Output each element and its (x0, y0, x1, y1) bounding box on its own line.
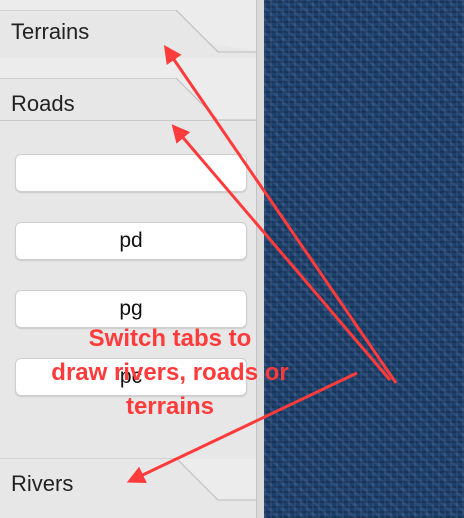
map-canvas[interactable] (264, 0, 464, 518)
annotation-line-1: Switch tabs to (88, 325, 252, 352)
tab-rivers-label: Rivers (11, 471, 74, 496)
annotation-line-2: draw rivers, roads or (51, 359, 289, 386)
tab-terrains[interactable]: Terrains (0, 10, 262, 58)
road-button-pd[interactable]: pd (15, 222, 247, 260)
left-panel: Terrains Roads pd pg pc Rivers (0, 0, 263, 518)
annotation-text: Switch tabs to draw rivers, roads or ter… (50, 322, 290, 424)
tab-roads-label: Roads (11, 91, 75, 116)
tab-rivers[interactable]: Rivers (0, 458, 262, 518)
annotation-line-3: terrains (125, 393, 215, 420)
tab-terrains-label: Terrains (11, 19, 90, 44)
road-button-blank[interactable] (15, 154, 247, 192)
tab-stack: Terrains Roads pd pg pc Rivers (0, 0, 262, 518)
